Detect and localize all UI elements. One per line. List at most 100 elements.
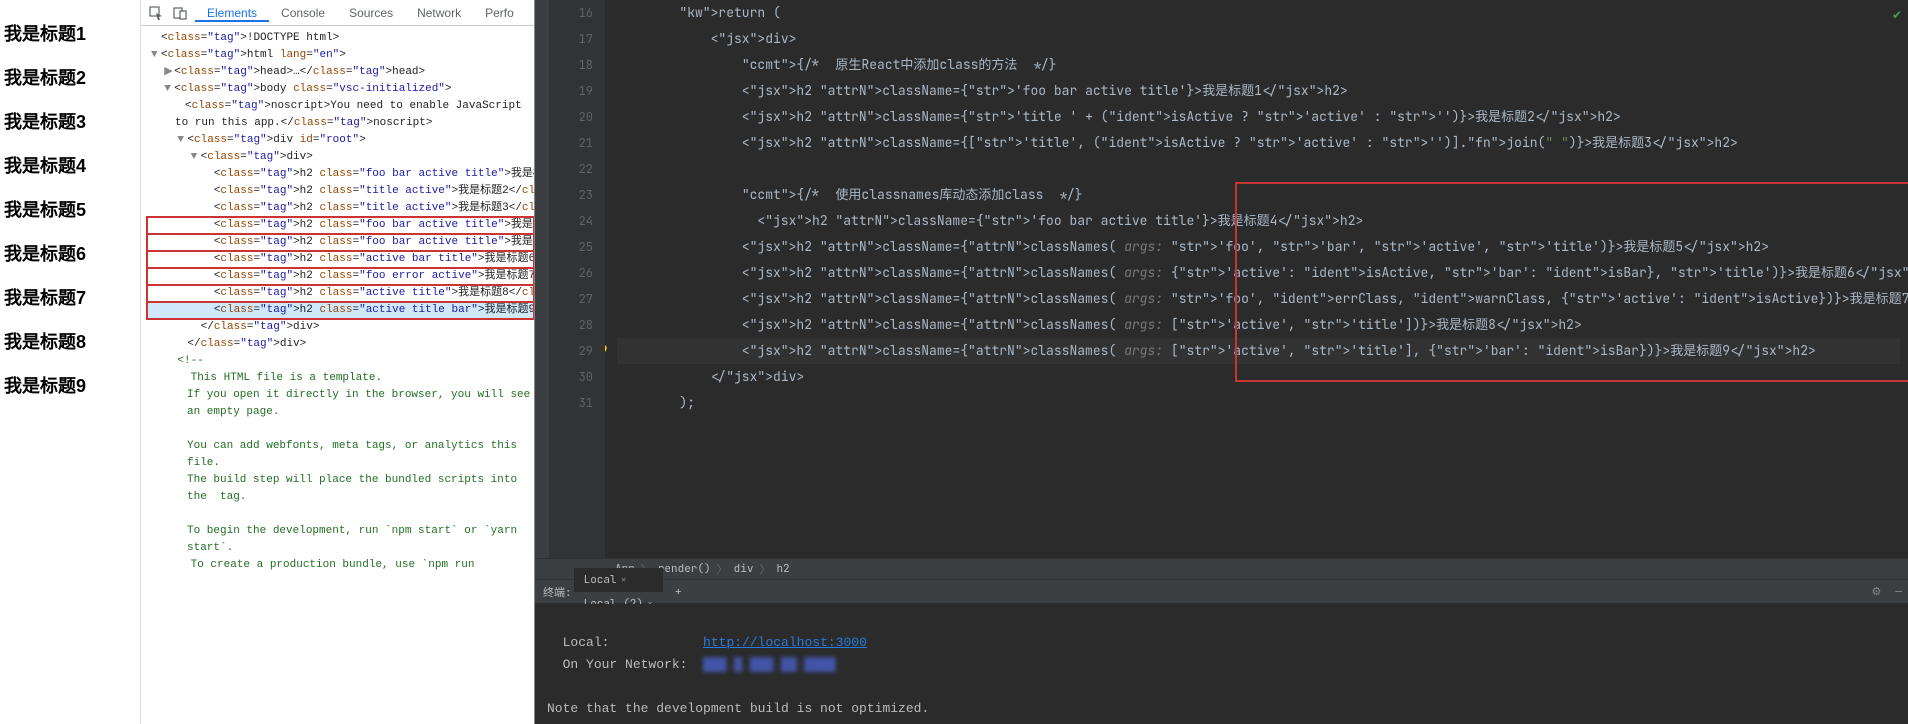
code-line[interactable]: <"jsx">h2 "attrN">className={"attrN">cla… [617, 312, 1900, 338]
code-line[interactable]: <"jsx">h2 "attrN">className={["str">'tit… [617, 130, 1900, 156]
dom-node[interactable]: <class="tag">h2 class="foo bar active ti… [147, 234, 534, 251]
line-number: 24 [549, 208, 593, 234]
page-heading: 我是标题9 [4, 372, 136, 398]
rendered-page: 我是标题1我是标题2我是标题3我是标题4我是标题5我是标题6我是标题7我是标题8… [0, 0, 140, 724]
line-number: 27 [549, 286, 593, 312]
breadcrumb-separator: 〉 [759, 561, 770, 577]
breadcrumb-item[interactable]: div [734, 562, 754, 576]
devtools-tab-sources[interactable]: Sources [337, 6, 405, 20]
line-number: 28 [549, 312, 593, 338]
dom-node[interactable]: ▼<class="tag">div> [147, 149, 534, 166]
code-line[interactable]: "kw">return ( [617, 0, 1900, 26]
code-line[interactable]: <"jsx">h2 "attrN">className={"attrN">cla… [617, 286, 1900, 312]
line-number: 23 [549, 182, 593, 208]
terminal-network-label: On Your Network: [563, 657, 688, 672]
dom-node[interactable]: </class="tag">div> [147, 336, 534, 353]
breadcrumb-item[interactable]: h2 [776, 562, 789, 576]
code-line[interactable]: <"jsx">h2 "attrN">className={"attrN">cla… [617, 260, 1900, 286]
page-heading: 我是标题8 [4, 328, 136, 354]
breadcrumb-bar[interactable]: App〉render()〉div〉h2 [535, 558, 1908, 580]
line-number: 19 [549, 78, 593, 104]
line-number: 30 [549, 364, 593, 390]
terminal-local-url[interactable]: http://localhost:3000 [703, 635, 867, 650]
dom-node[interactable]: <!-- [147, 353, 534, 370]
dom-node[interactable]: <class="tag">h2 class="foo error active"… [147, 268, 534, 285]
terminal-output[interactable]: Local: http://localhost:3000 On Your Net… [535, 604, 1908, 724]
dom-node[interactable]: <class="tag">h2 class="active title">我是标… [147, 285, 534, 302]
dom-node[interactable]: <class="tag">h2 class="active title bar"… [147, 302, 534, 319]
breadcrumb-separator: 〉 [717, 561, 728, 577]
line-number: 22 [549, 156, 593, 182]
terminal-settings-icon[interactable]: ⚙ [1866, 585, 1888, 599]
dom-node[interactable]: <class="tag">h2 class="foo bar active ti… [147, 217, 534, 234]
device-toolbar-icon[interactable] [171, 4, 189, 22]
devtools-tab-console[interactable]: Console [269, 6, 337, 20]
page-heading: 我是标题4 [4, 152, 136, 178]
dom-node[interactable]: <class="tag">h2 class="title active">我是标… [147, 200, 534, 217]
dom-node[interactable] [147, 506, 534, 523]
dom-node[interactable]: To create a production bundle, use `npm … [147, 557, 534, 574]
code-line[interactable] [617, 156, 1900, 182]
line-number: 26 [549, 260, 593, 286]
code-line[interactable]: <"jsx">h2 "attrN">className={"attrN">cla… [617, 234, 1900, 260]
code-line[interactable]: <"jsx">div> [617, 26, 1900, 52]
elements-dom-tree[interactable]: <class="tag">!DOCTYPE html>▼<class="tag"… [141, 26, 534, 724]
code-line[interactable]: "ccmt">{/* 使用classnames库动态添加class */} [617, 182, 1900, 208]
dom-node[interactable]: You can add webfonts, meta tags, or anal… [147, 438, 534, 472]
terminal-tab[interactable]: Local × [574, 568, 663, 592]
line-number: 18 [549, 52, 593, 78]
inspect-icon[interactable] [147, 4, 165, 22]
new-terminal-button[interactable]: + [665, 580, 692, 604]
dom-node[interactable]: This HTML file is a template. [147, 370, 534, 387]
dom-node[interactable]: <class="tag">h2 class="foo bar active ti… [147, 166, 534, 183]
page-heading: 我是标题1 [4, 20, 136, 46]
terminal-minimize-icon[interactable]: — [1889, 585, 1908, 599]
code-line[interactable]: ); [617, 390, 1900, 416]
devtools-tab-bar: ElementsConsoleSourcesNetworkPerfo [141, 0, 534, 26]
intention-bulb-icon[interactable]: 💡 [605, 338, 610, 364]
close-icon[interactable]: × [621, 568, 627, 592]
line-number: 31 [549, 390, 593, 416]
dom-node[interactable]: ▼<class="tag">body class="vsc-initialize… [147, 81, 534, 98]
line-number-gutter: 16171819202122232425262728293031 [549, 0, 605, 558]
code-line[interactable]: "ccmt">{/* 原生React中添加class的方法 */} [617, 52, 1900, 78]
page-heading: 我是标题5 [4, 196, 136, 222]
dom-node[interactable]: The build step will place the bundled sc… [147, 472, 534, 506]
inspection-ok-icon: ✔ [1892, 2, 1902, 28]
dom-node[interactable]: <class="tag">noscript>You need to enable… [147, 98, 534, 132]
code-line[interactable]: </"jsx">div> [617, 364, 1900, 390]
line-number: 17 [549, 26, 593, 52]
dom-node[interactable]: If you open it directly in the browser, … [147, 387, 534, 421]
page-heading: 我是标题3 [4, 108, 136, 134]
code-line[interactable]: <"jsx">h2 "attrN">className={"str">'foo … [617, 208, 1900, 234]
line-number: 21 [549, 130, 593, 156]
page-heading: 我是标题6 [4, 240, 136, 266]
devtools-tab-network[interactable]: Network [405, 6, 473, 20]
dom-node[interactable]: ▼<class="tag">div id="root"> [147, 132, 534, 149]
line-number: 16 [549, 0, 593, 26]
code-line[interactable]: <"jsx">h2 "attrN">className={"attrN">cla… [617, 338, 1900, 364]
dom-node[interactable]: </class="tag">div> [147, 319, 534, 336]
dom-node[interactable]: <class="tag">h2 class="active bar title"… [147, 251, 534, 268]
ide-editor: 16171819202122232425262728293031 ✔ "kw">… [535, 0, 1908, 724]
dom-node[interactable]: ▶<class="tag">head>…</class="tag">head> [147, 64, 534, 81]
code-line[interactable]: <"jsx">h2 "attrN">className={"str">'titl… [617, 104, 1900, 130]
code-line[interactable]: <"jsx">h2 "attrN">className={"str">'foo … [617, 78, 1900, 104]
line-number: 25 [549, 234, 593, 260]
devtools-tab-elements[interactable]: Elements [195, 6, 269, 22]
breadcrumb-item[interactable]: render() [658, 562, 711, 576]
dom-node[interactable]: ▼<class="tag">html lang="en"> [147, 47, 534, 64]
code-editor[interactable]: ✔ "kw">return ( <"jsx">div> "ccmt">{/* 原… [605, 0, 1908, 558]
terminal-tab-bar: 终端: Local ×Local (2) × + ⚙ — [535, 580, 1908, 604]
terminal-local-label: Local: [563, 635, 610, 650]
line-number: 20 [549, 104, 593, 130]
ide-left-strip [535, 0, 549, 558]
dom-node[interactable] [147, 421, 534, 438]
dom-node[interactable]: <class="tag">h2 class="title active">我是标… [147, 183, 534, 200]
devtools-tab-perfo[interactable]: Perfo [473, 6, 526, 20]
terminal-note: Note that the development build is not o… [547, 701, 929, 716]
terminal-network-value: ███.█.███.██:████ [703, 657, 836, 672]
terminal-label: 终端: [543, 584, 572, 600]
dom-node[interactable]: To begin the development, run `npm start… [147, 523, 534, 557]
dom-node[interactable]: <class="tag">!DOCTYPE html> [147, 30, 534, 47]
